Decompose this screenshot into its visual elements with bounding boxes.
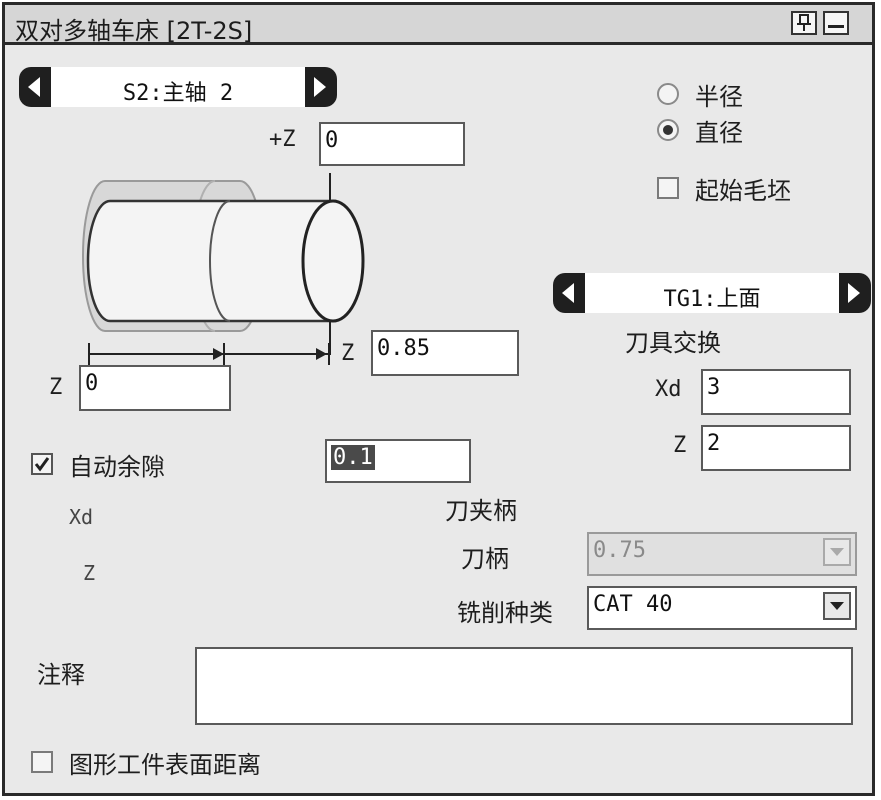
tool-group-display: TG1:上面 (585, 273, 839, 313)
arrow-right-icon (314, 77, 326, 97)
holder-label: 刀夹柄 (445, 497, 517, 525)
stock-z-input[interactable]: 0.85 (371, 330, 519, 376)
title-bar: 双对多轴车床 [2T-2S] (5, 5, 872, 45)
plus-z-input[interactable]: 0 (319, 122, 465, 166)
milling-type-label: 铣削种类 (457, 599, 553, 627)
spindle-prev-button[interactable] (19, 67, 51, 107)
pin-icon (797, 14, 811, 31)
diameter-label: 直径 (695, 119, 743, 147)
pin-button[interactable] (791, 11, 817, 35)
milling-type-select[interactable]: CAT 40 (587, 586, 857, 630)
dialog-window: 双对多轴车床 [2T-2S] S2:主轴 2 +Z 0 半径 直径 起始毛坯 Z… (2, 2, 875, 796)
notes-textarea[interactable] (195, 647, 853, 725)
clearance-z-label: Z (83, 561, 96, 585)
tool-group-next-button[interactable] (839, 273, 871, 313)
radius-label: 半径 (695, 83, 743, 111)
auto-clearance-value-selected: 0.1 (331, 445, 375, 470)
initial-stock-checkbox[interactable] (657, 177, 679, 199)
shank-value: 0.75 (593, 538, 646, 563)
milling-type-dropdown-button[interactable] (823, 592, 851, 620)
minimize-button[interactable] (823, 11, 849, 35)
radius-radio[interactable] (657, 83, 679, 105)
graphic-distance-checkbox[interactable] (31, 751, 53, 773)
tool-xd-label: Xd (655, 377, 682, 402)
minimize-icon (828, 25, 844, 28)
tool-z-input[interactable]: 2 (701, 425, 851, 471)
window-title: 双对多轴车床 [2T-2S] (15, 17, 253, 45)
dropdown-arrow-icon (830, 548, 844, 556)
tool-xd-input[interactable]: 3 (701, 369, 851, 415)
initial-stock-label: 起始毛坯 (695, 177, 791, 205)
stock-z-label: Z (341, 341, 355, 366)
tool-group-selector: TG1:上面 (553, 273, 871, 313)
left-z-input[interactable]: 0 (79, 365, 231, 411)
graphic-distance-label: 图形工件表面距离 (69, 751, 261, 779)
stock-diagram (82, 173, 365, 355)
plus-z-label: +Z (269, 127, 296, 152)
tool-group-prev-button[interactable] (553, 273, 585, 313)
arrow-right-icon (848, 283, 860, 303)
tool-change-label: 刀具交换 (625, 329, 721, 357)
left-z-label: Z (49, 375, 63, 400)
tool-z-label: Z (673, 433, 687, 458)
auto-clearance-label: 自动余隙 (69, 453, 165, 481)
radio-selected-dot (663, 125, 673, 135)
arrow-left-icon (562, 283, 574, 303)
auto-clearance-checkbox[interactable] (31, 453, 53, 475)
spindle-selector: S2:主轴 2 (19, 67, 337, 107)
shank-select: 0.75 (587, 532, 857, 576)
diameter-radio[interactable] (657, 119, 679, 141)
spindle-next-button[interactable] (305, 67, 337, 107)
clearance-xd-label: Xd (69, 505, 94, 529)
milling-type-value: CAT 40 (593, 592, 673, 617)
dropdown-arrow-icon (830, 602, 844, 610)
shank-dropdown-button (823, 538, 851, 566)
arrow-left-icon (28, 77, 40, 97)
tool-group-label: TG1:上面 (663, 287, 761, 312)
spindle-display: S2:主轴 2 (51, 67, 305, 107)
checkmark-icon (34, 457, 50, 472)
auto-clearance-input[interactable]: 0.1 (325, 439, 471, 483)
notes-label: 注释 (37, 661, 85, 689)
spindle-label: S2:主轴 2 (122, 81, 234, 106)
shank-label: 刀柄 (461, 545, 509, 573)
